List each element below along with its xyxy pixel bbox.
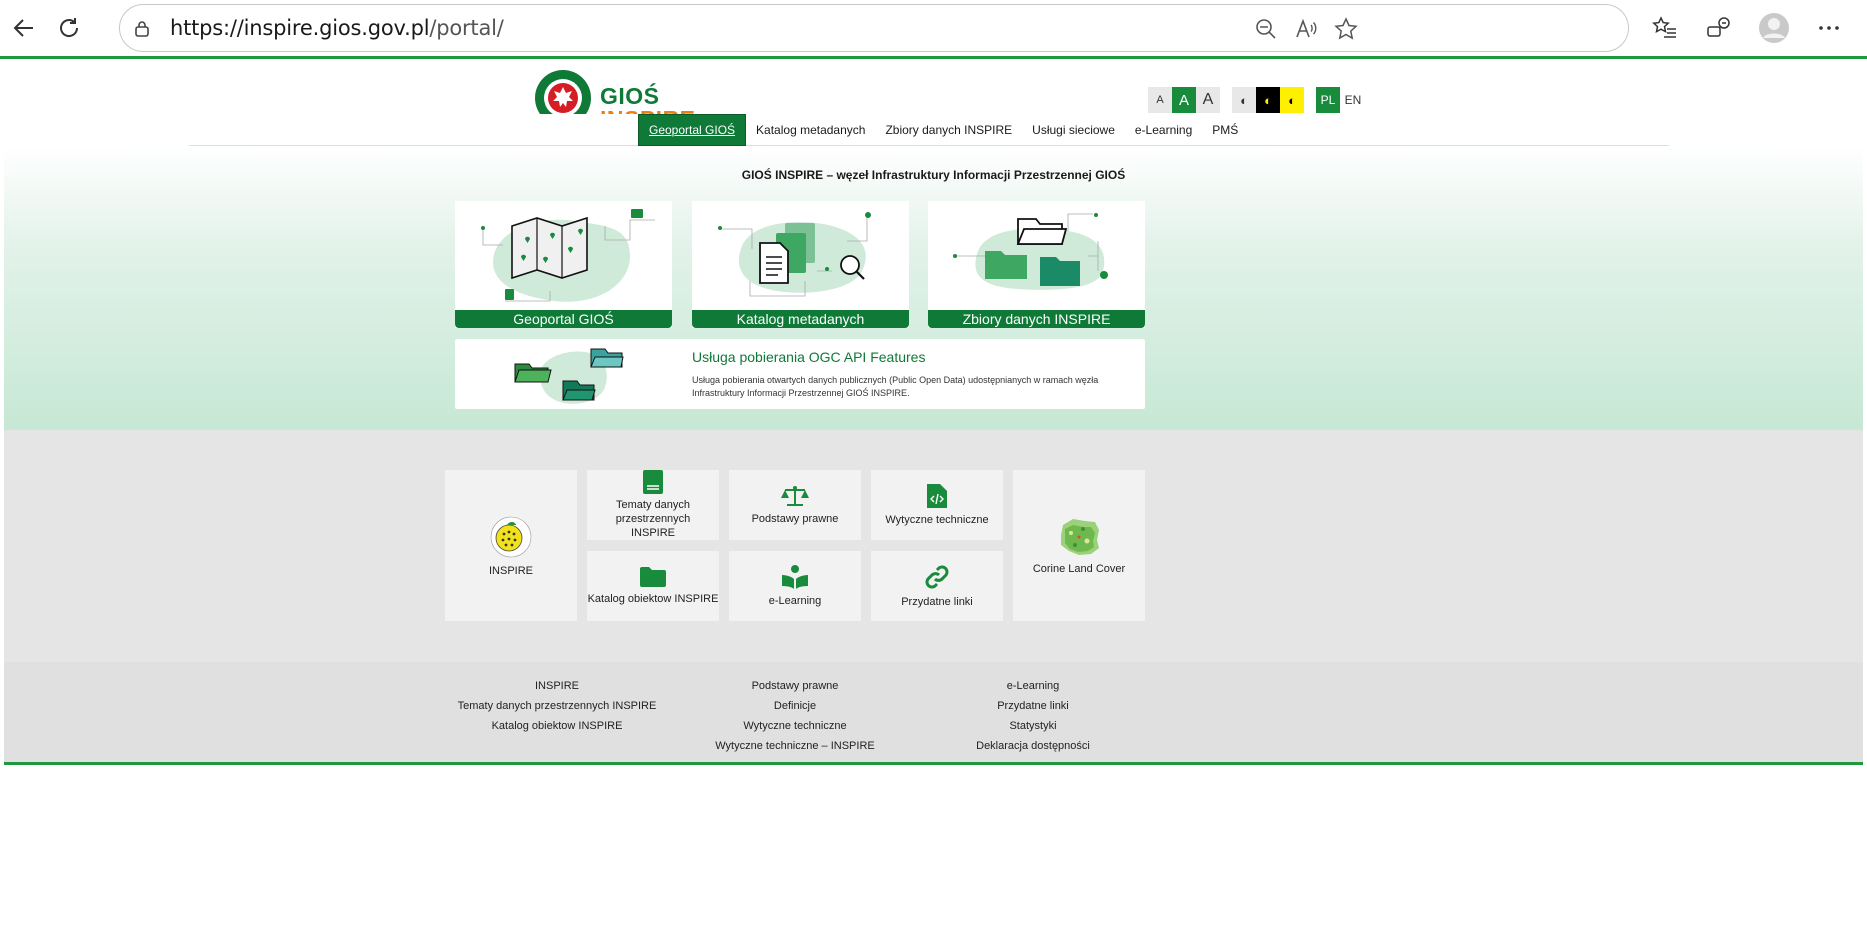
accessibility-toolbar: A A A ◐ ◐ ◐ PL EN — [1148, 87, 1366, 113]
hero-title: GIOŚ INSPIRE – węzeł Infrastruktury Info… — [741, 168, 1126, 182]
footer-link-tematy[interactable]: Tematy danych przestrzennych INSPIRE — [437, 696, 677, 716]
tile-e-learning[interactable]: e-Learning — [729, 551, 861, 621]
font-size-medium-button[interactable]: A — [1172, 87, 1196, 113]
feature-ogc-api[interactable]: Usługa pobierania OGC API Features Usług… — [455, 339, 1145, 409]
nav-zbiory-danych[interactable]: Zbiory danych INSPIRE — [875, 114, 1022, 146]
favorite-star-icon[interactable] — [1330, 13, 1362, 45]
url-host: https://inspire.gios.gov.pl — [170, 16, 430, 40]
avatar-icon — [1759, 13, 1789, 43]
tile-przydatne-linki[interactable]: Przydatne linki — [871, 551, 1003, 621]
language-en-button[interactable]: EN — [1340, 87, 1366, 113]
card-zbiory-danych[interactable]: Zbiory danych INSPIRE — [928, 201, 1145, 328]
collections-button[interactable] — [1699, 8, 1739, 48]
footer-column-2: Podstawy prawne Definicje Wytyczne techn… — [675, 676, 915, 756]
book-icon — [643, 470, 663, 494]
tile-corine-label: Corine Land Cover — [1032, 562, 1126, 575]
profile-button[interactable] — [1754, 8, 1794, 48]
folder-icon — [640, 567, 666, 587]
footer-link-podstawy[interactable]: Podstawy prawne — [675, 676, 915, 696]
footer-link-deklaracja[interactable]: Deklaracja dostępności — [913, 736, 1153, 756]
tile-elearning-label: e-Learning — [768, 595, 822, 607]
reading-person-icon — [782, 565, 808, 589]
tile-katalog-label: Katalog obiektow INSPIRE — [587, 593, 719, 605]
footer-link-elearning[interactable]: e-Learning — [913, 676, 1153, 696]
feature-title[interactable]: Usługa pobierania OGC API Features — [692, 349, 925, 365]
font-size-small-button[interactable]: A — [1148, 87, 1172, 113]
favorites-button[interactable] — [1645, 8, 1685, 48]
nav-katalog-metadanych[interactable]: Katalog metadanych — [746, 114, 875, 146]
tiles-section: INSPIRE Tematy danych przestrzennych INS… — [4, 430, 1863, 662]
document-search-icon — [718, 212, 871, 297]
favorites-list-icon — [1652, 16, 1676, 38]
font-size-large-button[interactable]: A — [1196, 87, 1220, 113]
footer: INSPIRE Tematy danych przestrzennych INS… — [4, 662, 1863, 762]
contrast-yellow-button[interactable]: ◐ — [1280, 87, 1304, 113]
zoom-out-icon[interactable] — [1250, 13, 1282, 45]
feature-description: Usługa pobierania otwartych danych publi… — [692, 375, 1099, 398]
reload-button[interactable] — [49, 8, 89, 48]
contrast-normal-button[interactable]: ◐ — [1232, 87, 1256, 113]
nav-geoportal[interactable]: Geoportal GIOŚ — [638, 114, 747, 146]
tile-linki-label: Przydatne linki — [901, 596, 973, 608]
footer-link-linki[interactable]: Przydatne linki — [913, 696, 1153, 716]
map-icon — [481, 209, 655, 302]
main-navigation: Geoportal GIOŚ Katalog metadanych Zbiory… — [189, 114, 1669, 146]
reload-icon — [60, 18, 79, 37]
settings-more-button[interactable] — [1809, 8, 1849, 48]
footer-link-wytyczne-inspire[interactable]: Wytyczne techniczne – INSPIRE — [675, 736, 915, 756]
link-icon — [925, 565, 949, 589]
collections-icon — [1707, 17, 1730, 37]
tile-katalog-obiektow[interactable]: Katalog obiektow INSPIRE — [587, 551, 719, 621]
tile-tematy[interactable]: Tematy danych przestrzennych INSPIRE — [587, 470, 719, 540]
nav-e-learning[interactable]: e-Learning — [1125, 114, 1202, 146]
url-path: /portal/ — [429, 16, 504, 40]
back-button[interactable] — [4, 8, 44, 48]
footer-column-3: e-Learning Przydatne linki Statystyki De… — [913, 676, 1153, 756]
tile-wytyczne-techniczne[interactable]: Wytyczne techniczne — [871, 470, 1003, 540]
footer-link-definicje[interactable]: Definicje — [675, 696, 915, 716]
address-bar[interactable]: https://inspire.gios.gov.pl/portal/ — [119, 4, 1629, 52]
card-geoportal-label: Geoportal GIOŚ — [455, 310, 672, 328]
tile-inspire[interactable]: INSPIRE — [445, 470, 577, 621]
footer-divider — [4, 762, 1863, 765]
tile-corine-land-cover[interactable]: Corine Land Cover — [1013, 470, 1145, 621]
tile-podstawy-prawne[interactable]: Podstawy prawne — [729, 470, 861, 540]
hero-section: GIOŚ INSPIRE – węzeł Infrastruktury Info… — [4, 146, 1863, 430]
footer-link-wytyczne[interactable]: Wytyczne techniczne — [675, 716, 915, 736]
page: GIOŚ INSPIRE A A A ◐ ◐ ◐ PL EN Geoportal… — [4, 59, 1863, 925]
footer-link-katalog[interactable]: Katalog obiektow INSPIRE — [437, 716, 677, 736]
folders-download-icon — [514, 348, 624, 404]
footer-link-statystyki[interactable]: Statystyki — [913, 716, 1153, 736]
card-katalog-label: Katalog metadanych — [692, 310, 909, 328]
more-icon — [1819, 26, 1839, 30]
card-zbiory-label: Zbiory danych INSPIRE — [928, 310, 1145, 328]
tile-tematy-label: Tematy danych przestrzennych INSPIRE — [615, 499, 691, 539]
nav-uslugi-sieciowe[interactable]: Usługi sieciowe — [1022, 114, 1125, 146]
browser-chrome: https://inspire.gios.gov.pl/portal/ — [0, 0, 1867, 56]
folders-icon — [953, 213, 1108, 290]
contrast-black-button[interactable]: ◐ — [1256, 87, 1280, 113]
poland-map-icon — [1061, 518, 1099, 555]
lock-icon[interactable] — [126, 13, 158, 45]
arrow-left-icon — [13, 19, 33, 37]
scales-icon — [781, 486, 809, 506]
code-file-icon — [927, 484, 947, 508]
url-text[interactable]: https://inspire.gios.gov.pl/portal/ — [170, 16, 504, 40]
nav-pms[interactable]: PMŚ — [1202, 114, 1248, 146]
language-pl-button[interactable]: PL — [1316, 87, 1340, 113]
card-geoportal[interactable]: Geoportal GIOŚ — [455, 201, 672, 328]
footer-column-1: INSPIRE Tematy danych przestrzennych INS… — [437, 676, 677, 736]
footer-link-inspire[interactable]: INSPIRE — [437, 676, 677, 696]
inspire-logo-icon — [490, 516, 532, 557]
tile-inspire-label: INSPIRE — [488, 564, 533, 577]
read-aloud-icon[interactable] — [1290, 13, 1322, 45]
tile-podstawy-label: Podstawy prawne — [751, 513, 839, 525]
card-katalog-metadanych[interactable]: Katalog metadanych — [692, 201, 909, 328]
tile-wytyczne-label: Wytyczne techniczne — [885, 514, 989, 526]
